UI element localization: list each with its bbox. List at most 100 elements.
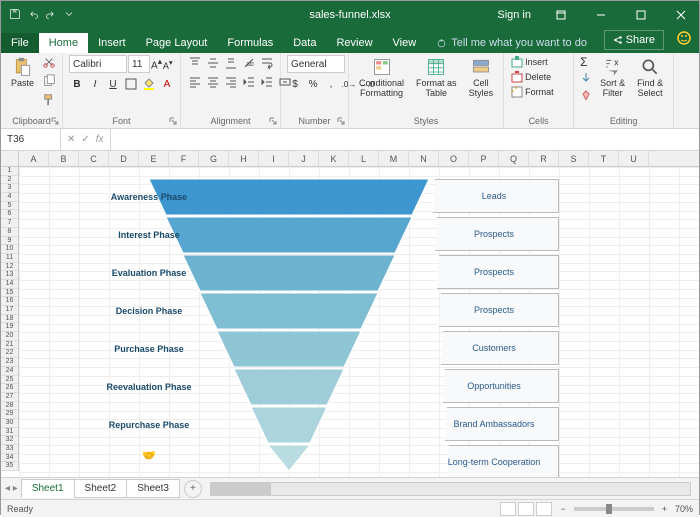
row-header[interactable]: 1 <box>1 167 18 176</box>
row-header[interactable]: 9 <box>1 237 18 246</box>
row-header[interactable]: 12 <box>1 263 18 272</box>
row-header[interactable]: 7 <box>1 219 18 228</box>
column-header[interactable]: H <box>229 151 259 166</box>
column-header[interactable]: J <box>289 151 319 166</box>
row-header[interactable]: 4 <box>1 193 18 202</box>
column-headers[interactable]: ABCDEFGHIJKLMNOPQRSTU <box>19 151 699 167</box>
sheet-tab-3[interactable]: Sheet3 <box>126 479 180 498</box>
tab-review[interactable]: Review <box>326 33 382 53</box>
row-header[interactable]: 6 <box>1 210 18 219</box>
format-as-table-button[interactable]: Format as Table <box>412 55 461 101</box>
share-button[interactable]: Share <box>604 30 664 50</box>
border-icon[interactable] <box>123 76 139 92</box>
sort-filter-button[interactable]: Sort & Filter <box>596 55 629 101</box>
fx-icon[interactable]: fx <box>96 134 104 145</box>
row-header[interactable]: 20 <box>1 332 18 341</box>
undo-icon[interactable] <box>27 8 39 23</box>
row-header[interactable]: 31 <box>1 428 18 437</box>
clear-icon[interactable] <box>580 88 592 103</box>
fill-color-icon[interactable] <box>141 76 157 92</box>
column-header[interactable]: D <box>109 151 139 166</box>
row-header[interactable]: 8 <box>1 228 18 237</box>
row-header[interactable]: 19 <box>1 323 18 332</box>
number-format-input[interactable]: General <box>287 55 345 73</box>
row-header[interactable]: 21 <box>1 341 18 350</box>
zoom-in-icon[interactable]: + <box>662 504 667 514</box>
dialog-launcher-icon[interactable] <box>268 116 278 126</box>
normal-view-icon[interactable] <box>500 502 516 516</box>
tab-home[interactable]: Home <box>39 33 88 53</box>
zoom-level[interactable]: 70% <box>675 504 693 514</box>
column-header[interactable]: B <box>49 151 79 166</box>
enter-formula-icon[interactable]: ✓ <box>81 134 89 145</box>
increase-indent-icon[interactable] <box>259 74 275 90</box>
fill-icon[interactable] <box>580 71 592 86</box>
comma-icon[interactable]: , <box>323 76 339 92</box>
dialog-launcher-icon[interactable] <box>336 116 346 126</box>
row-header[interactable]: 14 <box>1 280 18 289</box>
row-header[interactable]: 24 <box>1 367 18 376</box>
save-icon[interactable] <box>9 8 21 23</box>
dialog-launcher-icon[interactable] <box>168 116 178 126</box>
paste-button[interactable]: Paste <box>7 55 38 91</box>
row-header[interactable]: 30 <box>1 419 18 428</box>
ribbon-options-icon[interactable] <box>543 1 579 29</box>
page-break-view-icon[interactable] <box>536 502 552 516</box>
percent-icon[interactable]: % <box>305 76 321 92</box>
tab-data[interactable]: Data <box>283 33 326 53</box>
row-header[interactable]: 13 <box>1 271 18 280</box>
feedback-icon[interactable] <box>676 30 692 46</box>
audience-box[interactable]: Prospects <box>429 217 559 251</box>
column-header[interactable]: P <box>469 151 499 166</box>
audience-box[interactable]: Prospects <box>429 255 559 289</box>
sign-in-link[interactable]: Sign in <box>497 9 531 21</box>
row-header[interactable]: 5 <box>1 202 18 211</box>
column-header[interactable]: M <box>379 151 409 166</box>
currency-icon[interactable]: $ <box>287 76 303 92</box>
row-header[interactable]: 23 <box>1 358 18 367</box>
decrease-font-icon[interactable]: A▾ <box>163 58 173 71</box>
row-header[interactable]: 17 <box>1 306 18 315</box>
column-header[interactable]: E <box>139 151 169 166</box>
zoom-slider[interactable] <box>574 507 654 511</box>
increase-font-icon[interactable]: A▴ <box>151 56 162 71</box>
audience-box[interactable]: Long-term Cooperation <box>429 445 559 477</box>
maximize-icon[interactable] <box>623 1 659 29</box>
column-header[interactable]: F <box>169 151 199 166</box>
zoom-out-icon[interactable]: − <box>560 504 565 514</box>
cut-icon[interactable] <box>42 55 56 72</box>
tab-page-layout[interactable]: Page Layout <box>136 33 218 53</box>
column-header[interactable]: Q <box>499 151 529 166</box>
audience-box[interactable]: Opportunities <box>429 369 559 403</box>
column-header[interactable]: O <box>439 151 469 166</box>
select-all-corner[interactable] <box>1 151 19 167</box>
row-headers[interactable]: 1234567891011121314151617181920212223242… <box>1 167 19 471</box>
format-painter-icon[interactable] <box>42 93 56 110</box>
qat-dropdown-icon[interactable] <box>63 8 75 23</box>
row-header[interactable]: 16 <box>1 297 18 306</box>
row-header[interactable]: 15 <box>1 289 18 298</box>
row-header[interactable]: 29 <box>1 410 18 419</box>
wrap-text-icon[interactable] <box>259 55 275 71</box>
orientation-icon[interactable]: ab <box>241 55 257 71</box>
audience-box[interactable]: Leads <box>429 179 559 213</box>
font-name-input[interactable]: Calibri <box>69 55 127 73</box>
autosum-icon[interactable]: Σ <box>580 55 592 69</box>
align-center-icon[interactable] <box>205 74 221 90</box>
cell-styles-button[interactable]: Cell Styles <box>465 55 498 101</box>
dialog-launcher-icon[interactable] <box>50 116 60 126</box>
name-box[interactable]: T36 <box>1 129 61 150</box>
insert-cells-button[interactable]: Insert <box>510 55 548 69</box>
row-header[interactable]: 26 <box>1 384 18 393</box>
column-header[interactable]: N <box>409 151 439 166</box>
tab-insert[interactable]: Insert <box>88 33 136 53</box>
tab-formulas[interactable]: Formulas <box>217 33 283 53</box>
audience-box[interactable]: Customers <box>429 331 559 365</box>
redo-icon[interactable] <box>45 8 57 23</box>
tab-view[interactable]: View <box>383 33 427 53</box>
row-header[interactable]: 3 <box>1 184 18 193</box>
row-header[interactable]: 18 <box>1 315 18 324</box>
column-header[interactable]: U <box>619 151 649 166</box>
cancel-formula-icon[interactable]: ✕ <box>67 134 75 145</box>
column-header[interactable]: K <box>319 151 349 166</box>
